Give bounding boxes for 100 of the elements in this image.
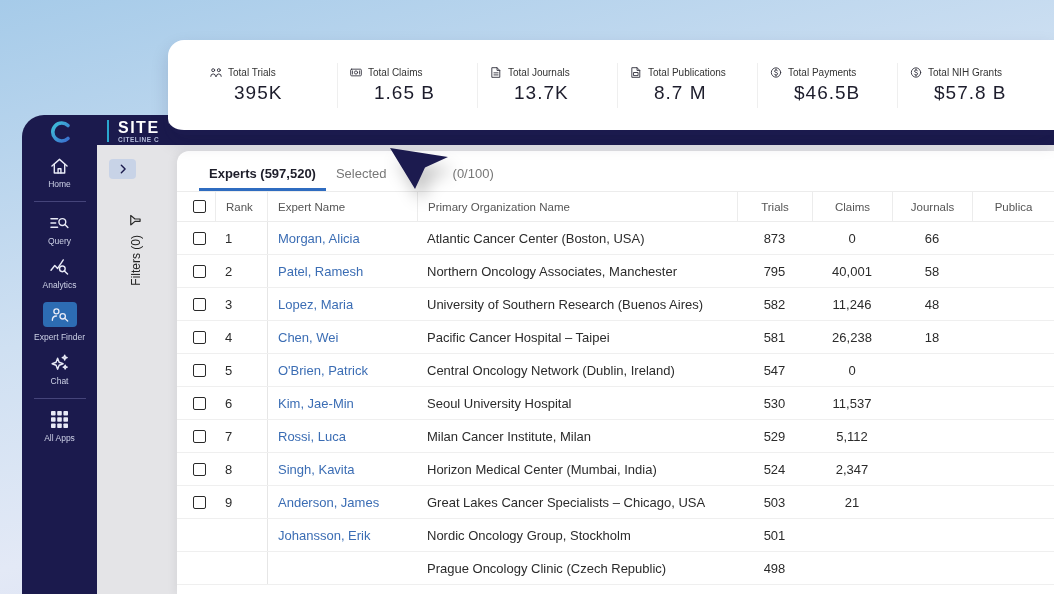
- banknote-icon: [350, 66, 362, 78]
- journals-count: 18: [924, 329, 940, 345]
- chart-search-icon: [50, 258, 69, 275]
- expert-name-link[interactable]: Johansson, Erik: [278, 527, 371, 543]
- claims-count: 2,347: [835, 461, 869, 477]
- sidebar-item[interactable]: Expert Finder: [34, 300, 85, 344]
- column-header: Journals: [910, 200, 955, 213]
- stat-value: 1.65 B: [373, 81, 435, 104]
- expert-name-link[interactable]: Kim, Jae-Min: [278, 395, 354, 411]
- trials-count: 873: [763, 230, 786, 246]
- dollar-circle-icon: [910, 66, 922, 78]
- organization-name: Prague Oncology Clinic (Czech Republic): [427, 560, 667, 576]
- stat-label: Total Publications: [648, 66, 726, 78]
- sparkles-icon: [50, 354, 69, 371]
- rank-number: 8: [225, 461, 233, 477]
- stat-value: 8.7 M: [653, 81, 707, 104]
- row-checkbox[interactable]: [192, 429, 206, 443]
- column-header: Trials: [761, 200, 789, 213]
- claims-count: 11,246: [832, 296, 872, 312]
- claims-count: 21: [844, 494, 860, 510]
- claims-count: 26,238: [832, 329, 872, 345]
- home-icon: [50, 157, 69, 174]
- column-header: Publica: [994, 200, 1033, 213]
- claims-count: 0: [848, 230, 856, 246]
- rank-number: 3: [225, 296, 233, 312]
- rank-number: 7: [225, 428, 233, 444]
- rank-number: 9: [225, 494, 233, 510]
- expert-name-link[interactable]: Rossi, Luca: [278, 428, 346, 444]
- column-header: Rank: [226, 200, 253, 213]
- sidebar-item[interactable]: Query: [47, 212, 72, 248]
- expert-name-link[interactable]: Patel, Ramesh: [278, 263, 364, 279]
- row-checkbox[interactable]: [192, 363, 206, 377]
- expert-name-link[interactable]: O'Brien, Patrick: [278, 362, 368, 378]
- claims-count: 5,112: [836, 428, 868, 444]
- tab[interactable]: Selected (0/100): [325, 159, 504, 191]
- organization-name: Milan Cancer Institute, Milan: [427, 428, 591, 444]
- tab[interactable]: Experts (597,520): [199, 159, 326, 191]
- stat-value: $57.8 B: [933, 81, 1007, 104]
- document-icon: [630, 66, 642, 78]
- organization-name: Northern Oncology Associates, Manchester: [427, 263, 677, 279]
- cursor-arrow-icon: [389, 148, 448, 189]
- stat-value: 395K: [233, 81, 283, 104]
- organization-name: University of Southern Research (Buenos Aires): [427, 296, 703, 312]
- rank-number: 2: [225, 263, 233, 279]
- trials-count: 581: [763, 329, 786, 345]
- expert-name-link[interactable]: Morgan, Alicia: [278, 230, 360, 246]
- stat-value: $46.5B: [793, 81, 861, 104]
- rank-number: 4: [225, 329, 233, 345]
- claims-count: 40,001: [832, 263, 872, 279]
- organization-name: Horizon Medical Center (Mumbai, India): [427, 461, 657, 477]
- trials-count: 795: [763, 263, 786, 279]
- stat-label: Total Claims: [368, 66, 423, 78]
- people-search-icon: [42, 302, 77, 327]
- organization-name: Seoul University Hospital: [427, 395, 572, 411]
- people-icon: [210, 66, 222, 78]
- row-checkbox[interactable]: [192, 462, 206, 476]
- sidebar-item[interactable]: All Apps: [44, 409, 75, 445]
- organization-name: Nordic Oncology Group, Stockholm: [427, 527, 631, 543]
- grid-icon: [50, 411, 69, 428]
- claims-count: 11,537: [832, 395, 872, 411]
- trials-count: 529: [763, 428, 786, 444]
- trials-count: 524: [763, 461, 786, 477]
- expert-name-link[interactable]: Chen, Wei: [278, 329, 339, 345]
- document-icon: [490, 66, 502, 78]
- sidebar-item[interactable]: Chat: [50, 352, 69, 388]
- sidebar-item[interactable]: Home: [48, 155, 71, 191]
- organization-name: Atlantic Cancer Center (Boston, USA): [427, 230, 645, 246]
- logo-icon: [48, 120, 71, 144]
- trials-count: 498: [763, 560, 786, 576]
- trials-count: 530: [763, 395, 786, 411]
- rank-number: 5: [225, 362, 233, 378]
- filter-icon: [130, 215, 142, 226]
- dollar-circle-icon: [770, 66, 782, 78]
- journals-count: 58: [924, 263, 940, 279]
- row-checkbox[interactable]: [192, 264, 206, 278]
- sidebar-item[interactable]: Analytics: [42, 256, 77, 292]
- column-header: Primary Organization Name: [428, 200, 570, 213]
- row-checkbox[interactable]: [192, 297, 206, 311]
- trials-count: 503: [763, 494, 786, 510]
- stat-label: Total NIH Grants: [928, 66, 1002, 78]
- row-checkbox[interactable]: [192, 330, 206, 344]
- filters-toggle[interactable]: Filters (0): [129, 215, 143, 286]
- rank-number: 1: [225, 230, 233, 246]
- row-checkbox[interactable]: [192, 495, 206, 509]
- column-header: Expert Name: [278, 200, 346, 213]
- expert-name-link[interactable]: Lopez, Maria: [278, 296, 354, 312]
- trials-count: 582: [763, 296, 786, 312]
- row-checkbox[interactable]: [192, 231, 206, 245]
- journals-count: 48: [924, 296, 940, 312]
- expert-name-link[interactable]: Singh, Kavita: [278, 461, 355, 477]
- trials-count: 501: [763, 527, 786, 543]
- journals-count: 66: [924, 230, 940, 246]
- organization-name: Pacific Cancer Hospital – Taipei: [427, 329, 610, 345]
- expand-panel-button[interactable]: [109, 159, 136, 179]
- row-checkbox[interactable]: [192, 396, 206, 410]
- product-name: SITE: [118, 120, 160, 136]
- stat-label: Total Payments: [788, 66, 857, 78]
- select-all-checkbox[interactable]: [192, 200, 206, 213]
- claims-count: 0: [848, 362, 856, 378]
- expert-name-link[interactable]: Anderson, James: [278, 494, 380, 510]
